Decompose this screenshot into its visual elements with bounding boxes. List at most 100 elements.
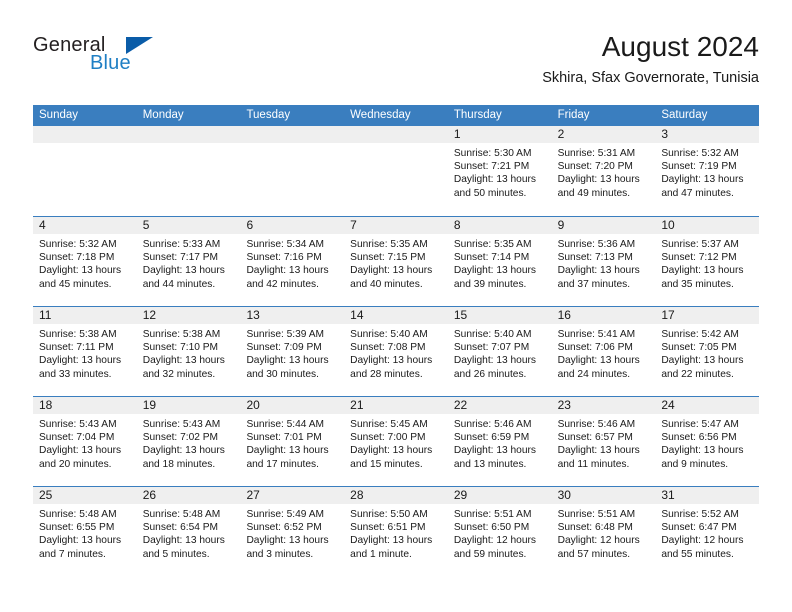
sunrise-text: Sunrise: 5:51 AM bbox=[557, 509, 636, 520]
day-details: Sunrise: 5:31 AM Sunset: 7:20 PM Daylight:… bbox=[552, 143, 656, 200]
day-details: Sunrise: 5:44 AM Sunset: 7:01 PM Daylight:… bbox=[240, 414, 344, 471]
daylight-text-line2: and 3 minutes. bbox=[246, 548, 314, 560]
sunset-text: Sunset: 6:54 PM bbox=[142, 522, 219, 534]
day-cell[interactable]: 7 Sunrise: 5:35 AM Sunset: 7:15 PM Daylight… bbox=[344, 217, 448, 306]
daylight-text-line1: Daylight: 13 hours bbox=[557, 265, 640, 277]
day-details: Sunrise: 5:46 AM Sunset: 6:59 PM Daylight:… bbox=[448, 414, 552, 471]
daylight-text-line1: Daylight: 13 hours bbox=[453, 355, 536, 367]
day-cell[interactable]: 28 Sunrise: 5:50 AM Sunset: 6:51 PM Dayligh… bbox=[344, 487, 448, 576]
day-number: 18 bbox=[39, 398, 53, 412]
day-details: Sunrise: 5:48 AM Sunset: 6:54 PM Daylight:… bbox=[137, 504, 241, 561]
sunrise-text: Sunrise: 5:43 AM bbox=[39, 419, 117, 430]
day-cell[interactable]: 30 Sunrise: 5:51 AM Sunset: 6:48 PM Dayligh… bbox=[551, 487, 656, 576]
day-number: 27 bbox=[246, 488, 260, 502]
day-cell[interactable]: 29 Sunrise: 5:51 AM Sunset: 6:50 PM Dayligh… bbox=[447, 487, 552, 576]
sunrise-text: Sunrise: 5:41 AM bbox=[557, 329, 636, 340]
daylight-text-line2: and 22 minutes. bbox=[661, 368, 734, 380]
day-cell[interactable]: 2 Sunrise: 5:31 AM Sunset: 7:20 PM Daylight… bbox=[551, 126, 656, 216]
day-details: Sunrise: 5:39 AM Sunset: 7:09 PM Daylight:… bbox=[240, 324, 344, 381]
page-subtitle: Skhira, Sfax Governorate, Tunisia bbox=[542, 70, 759, 86]
daylight-text-line1: Daylight: 13 hours bbox=[557, 174, 640, 186]
day-cell[interactable]: 10 Sunrise: 5:37 AM Sunset: 7:12 PM Dayligh… bbox=[655, 217, 760, 306]
sunset-text: Sunset: 7:13 PM bbox=[557, 252, 633, 264]
day-cell-empty bbox=[136, 126, 241, 216]
week-row: 11 Sunrise: 5:38 AM Sunset: 7:11 PM Dayligh… bbox=[33, 306, 760, 396]
day-cell[interactable]: 22 Sunrise: 5:46 AM Sunset: 6:59 PM Dayligh… bbox=[447, 397, 552, 486]
sunrise-text: Sunrise: 5:31 AM bbox=[557, 148, 636, 159]
sunrise-text: Sunrise: 5:36 AM bbox=[557, 239, 636, 250]
day-number: 14 bbox=[350, 308, 364, 322]
day-cell[interactable]: 19 Sunrise: 5:43 AM Sunset: 7:02 PM Dayligh… bbox=[136, 397, 241, 486]
daylight-text-line2: and 17 minutes. bbox=[246, 458, 319, 470]
day-cell[interactable]: 16 Sunrise: 5:41 AM Sunset: 7:06 PM Dayligh… bbox=[551, 307, 656, 396]
day-cell[interactable]: 14 Sunrise: 5:40 AM Sunset: 7:08 PM Dayligh… bbox=[344, 307, 448, 396]
day-cell[interactable]: 12 Sunrise: 5:38 AM Sunset: 7:10 PM Dayligh… bbox=[136, 307, 241, 396]
brand-name-blue: Blue bbox=[90, 52, 131, 74]
day-cell[interactable]: 9 Sunrise: 5:36 AM Sunset: 7:13 PM Daylight… bbox=[551, 217, 656, 306]
day-details: Sunrise: 5:38 AM Sunset: 7:10 PM Daylight:… bbox=[137, 324, 241, 381]
day-cell[interactable]: 6 Sunrise: 5:34 AM Sunset: 7:16 PM Daylight… bbox=[240, 217, 345, 306]
day-cell[interactable]: 15 Sunrise: 5:40 AM Sunset: 7:07 PM Dayligh… bbox=[447, 307, 552, 396]
daylight-text-line2: and 15 minutes. bbox=[350, 458, 423, 470]
sunset-text: Sunset: 7:00 PM bbox=[350, 432, 426, 444]
sunrise-text: Sunrise: 5:33 AM bbox=[142, 239, 221, 250]
day-cell[interactable]: 1 Sunrise: 5:30 AM Sunset: 7:21 PM Daylight… bbox=[447, 126, 552, 216]
sunset-text: Sunset: 7:11 PM bbox=[39, 342, 114, 354]
sunrise-text: Sunrise: 5:40 AM bbox=[350, 329, 428, 340]
daylight-text-line1: Daylight: 13 hours bbox=[246, 265, 329, 277]
daylight-text-line1: Daylight: 13 hours bbox=[350, 355, 433, 367]
day-cell[interactable]: 20 Sunrise: 5:44 AM Sunset: 7:01 PM Dayligh… bbox=[240, 397, 345, 486]
day-cell[interactable]: 24 Sunrise: 5:47 AM Sunset: 6:56 PM Dayligh… bbox=[655, 397, 760, 486]
day-cell[interactable]: 8 Sunrise: 5:35 AM Sunset: 7:14 PM Daylight… bbox=[447, 217, 552, 306]
day-number: 19 bbox=[142, 398, 157, 412]
day-details: Sunrise: 5:47 AM Sunset: 6:56 PM Daylight:… bbox=[655, 414, 759, 471]
daylight-text-line2: and 28 minutes. bbox=[350, 368, 423, 380]
sunset-text: Sunset: 6:51 PM bbox=[350, 522, 426, 534]
sunrise-text: Sunrise: 5:37 AM bbox=[661, 239, 739, 250]
day-number: 4 bbox=[39, 218, 46, 232]
day-cell[interactable]: 11 Sunrise: 5:38 AM Sunset: 7:11 PM Dayligh… bbox=[33, 307, 137, 396]
daylight-text-line2: and 24 minutes. bbox=[557, 368, 631, 380]
day-number: 22 bbox=[453, 398, 468, 412]
day-number: 28 bbox=[350, 488, 364, 502]
day-cell-empty bbox=[240, 126, 345, 216]
day-cell[interactable]: 17 Sunrise: 5:42 AM Sunset: 7:05 PM Dayligh… bbox=[655, 307, 760, 396]
day-cell[interactable]: 31 Sunrise: 5:52 AM Sunset: 6:47 PM Dayligh… bbox=[655, 487, 760, 576]
daylight-text-line1: Daylight: 13 hours bbox=[661, 265, 744, 277]
day-number: 25 bbox=[39, 488, 53, 502]
sunset-text: Sunset: 6:48 PM bbox=[557, 522, 633, 534]
day-cell[interactable]: 5 Sunrise: 5:33 AM Sunset: 7:17 PM Daylight… bbox=[136, 217, 241, 306]
day-details: Sunrise: 5:34 AM Sunset: 7:16 PM Daylight:… bbox=[240, 234, 344, 291]
daylight-text-line2: and 5 minutes. bbox=[142, 548, 210, 560]
day-cell[interactable]: 26 Sunrise: 5:48 AM Sunset: 6:54 PM Dayligh… bbox=[136, 487, 241, 576]
brand-logo[interactable]: General Blue bbox=[33, 34, 163, 82]
daylight-text-line2: and 50 minutes. bbox=[453, 187, 527, 199]
day-number-band bbox=[344, 217, 448, 234]
sunset-text: Sunset: 7:02 PM bbox=[142, 432, 219, 444]
day-cell[interactable]: 3 Sunrise: 5:32 AM Sunset: 7:19 PM Daylight… bbox=[655, 126, 760, 216]
day-cell-empty bbox=[33, 126, 137, 216]
day-details: Sunrise: 5:45 AM Sunset: 7:00 PM Daylight:… bbox=[344, 414, 448, 471]
day-cell[interactable]: 18 Sunrise: 5:43 AM Sunset: 7:04 PM Dayligh… bbox=[33, 397, 137, 486]
day-cell[interactable]: 27 Sunrise: 5:49 AM Sunset: 6:52 PM Dayligh… bbox=[240, 487, 345, 576]
daylight-text-line1: Daylight: 13 hours bbox=[557, 355, 640, 367]
sunset-text: Sunset: 7:14 PM bbox=[453, 252, 530, 264]
day-number-band bbox=[447, 126, 552, 143]
sunset-text: Sunset: 6:50 PM bbox=[453, 522, 530, 534]
day-details: Sunrise: 5:43 AM Sunset: 7:02 PM Daylight:… bbox=[137, 414, 241, 471]
weekday-header-row: Sunday Monday Tuesday Wednesday Thursday… bbox=[33, 105, 759, 126]
day-cell[interactable]: 23 Sunrise: 5:46 AM Sunset: 6:57 PM Dayligh… bbox=[551, 397, 656, 486]
day-cell[interactable]: 13 Sunrise: 5:39 AM Sunset: 7:09 PM Dayligh… bbox=[240, 307, 345, 396]
weekday-thursday: Thursday bbox=[453, 109, 502, 121]
weekday-wednesday: Wednesday bbox=[350, 109, 411, 121]
day-number: 23 bbox=[557, 398, 571, 412]
day-cell[interactable]: 25 Sunrise: 5:48 AM Sunset: 6:55 PM Dayligh… bbox=[33, 487, 137, 576]
day-number: 16 bbox=[557, 308, 571, 322]
day-cell[interactable]: 21 Sunrise: 5:45 AM Sunset: 7:00 PM Dayligh… bbox=[344, 397, 448, 486]
day-number: 29 bbox=[453, 488, 468, 502]
sunrise-text: Sunrise: 5:38 AM bbox=[142, 329, 221, 340]
daylight-text-line2: and 13 minutes. bbox=[453, 458, 527, 470]
day-cell[interactable]: 4 Sunrise: 5:32 AM Sunset: 7:18 PM Daylight… bbox=[33, 217, 137, 306]
daylight-text-line1: Daylight: 13 hours bbox=[142, 445, 225, 457]
daylight-text-line1: Daylight: 13 hours bbox=[39, 355, 122, 367]
